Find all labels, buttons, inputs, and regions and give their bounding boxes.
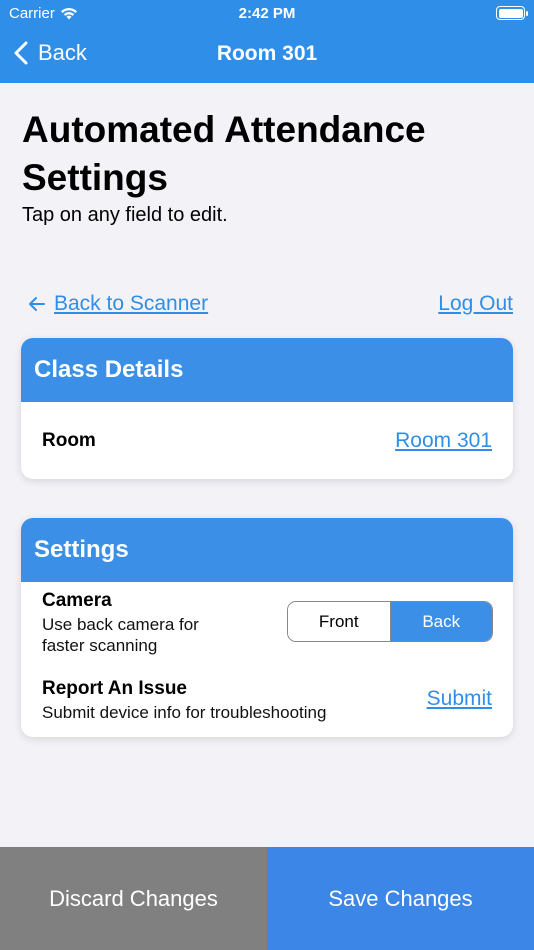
bottom-action-bar: Discard Changes Save Changes	[0, 847, 534, 950]
nav-title: Room 301	[216, 42, 318, 65]
back-to-scanner-label: Back to Scanner	[54, 292, 209, 315]
log-out-link[interactable]: Log Out	[438, 292, 513, 316]
page-title: Automated Attendance Settings	[22, 109, 426, 198]
submit-link[interactable]: Submit	[427, 687, 492, 711]
navigation-bar: Carrier 2:42 PM Back Room 301	[0, 0, 534, 83]
camera-back-option[interactable]: Back	[390, 602, 492, 641]
save-changes-button[interactable]: Save Changes	[267, 847, 534, 950]
status-bar: Carrier 2:42 PM	[0, 0, 534, 28]
report-issue-label: Report An Issue	[42, 678, 187, 699]
class-details-header: Class Details	[21, 338, 513, 402]
page-subtitle: Tap on any field to edit.	[22, 204, 228, 226]
report-issue-description: Submit device info for troubleshooting	[42, 703, 327, 722]
class-details-card: Class Details Room Room 301	[21, 338, 513, 479]
camera-front-option[interactable]: Front	[288, 602, 391, 641]
discard-changes-button[interactable]: Discard Changes	[0, 847, 267, 950]
back-to-scanner-link[interactable]: Back to Scanner	[28, 292, 208, 316]
camera-label: Camera	[42, 590, 112, 611]
status-time: 2:42 PM	[238, 5, 296, 22]
camera-segmented-control: Front Back	[287, 601, 493, 642]
arrow-left-icon	[29, 297, 45, 311]
room-value-link[interactable]: Room 301	[395, 429, 492, 453]
settings-header: Settings	[21, 518, 513, 582]
settings-card: Settings Camera Use back camera for fast…	[21, 518, 513, 737]
room-label: Room	[42, 430, 96, 451]
battery-icon	[496, 6, 528, 20]
camera-description: Use back camera for faster scanning	[42, 615, 199, 655]
